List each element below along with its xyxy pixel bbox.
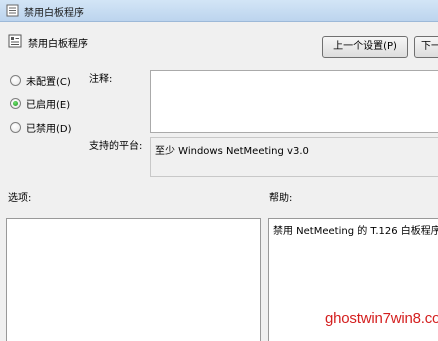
radio-disabled-circle[interactable] xyxy=(10,121,21,133)
policy-icon xyxy=(6,4,19,17)
setting-title: 禁用白板程序 xyxy=(28,39,88,50)
radio-not-configured[interactable]: 未配置(C) xyxy=(10,73,71,88)
radio-not-configured-circle[interactable] xyxy=(10,74,21,86)
supported-platform-box: 至少 Windows NetMeeting v3.0 xyxy=(150,137,438,177)
window-titlebar: 禁用白板程序 xyxy=(0,0,438,22)
window-title: 禁用白板程序 xyxy=(24,8,84,19)
watermark: ghostwin7win8.com xyxy=(325,310,438,327)
options-panel xyxy=(6,218,261,341)
comment-textarea[interactable] xyxy=(150,70,438,133)
options-label: 选项: xyxy=(8,193,32,204)
help-label: 帮助: xyxy=(269,193,293,204)
platform-label: 支持的平台: xyxy=(89,141,143,152)
previous-setting-button[interactable]: 上一个设置(P) xyxy=(322,36,408,58)
radio-disabled-label: 已禁用(D) xyxy=(26,123,72,135)
help-text: 禁用 NetMeeting 的 T.126 白板程序 xyxy=(273,226,438,237)
radio-enabled-label: 已启用(E) xyxy=(26,99,71,111)
radio-enabled[interactable]: 已启用(E) xyxy=(10,96,71,111)
next-setting-button[interactable]: 下一 xyxy=(414,36,438,58)
radio-disabled[interactable]: 已禁用(D) xyxy=(10,120,72,135)
comment-label: 注释: xyxy=(89,74,113,85)
radio-not-configured-label: 未配置(C) xyxy=(26,76,71,88)
supported-platform-value: 至少 Windows NetMeeting v3.0 xyxy=(155,146,309,157)
radio-enabled-circle[interactable] xyxy=(10,97,21,109)
policy-setting-icon xyxy=(8,34,22,48)
